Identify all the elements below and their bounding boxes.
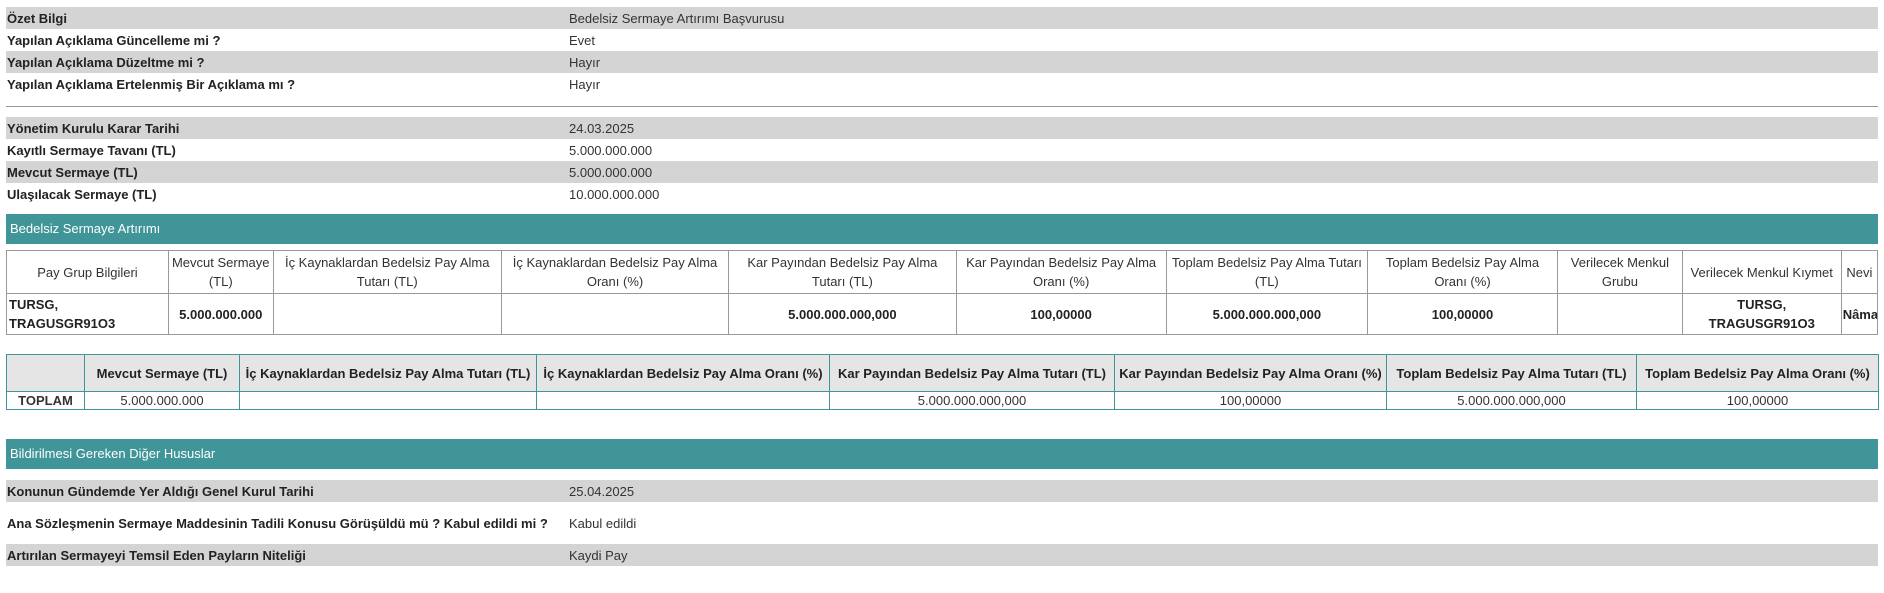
- row-label: Yapılan Açıklama Güncelleme mi ?: [7, 32, 221, 48]
- table-cell: [239, 391, 537, 410]
- summary-row-duzeltme: Yapılan Açıklama Düzeltme mi ? Hayır: [6, 51, 1878, 73]
- row-value: Hayır: [569, 54, 601, 70]
- table-cell: 100,00000: [955, 293, 1167, 335]
- column-header: Mevcut Sermaye (TL): [167, 250, 274, 294]
- capital-row-ulasilacak: Ulaşılacak Sermaye (TL) 10.000.000.000: [6, 183, 1878, 205]
- row-label: Ulaşılacak Sermaye (TL): [7, 186, 157, 202]
- table-cell: [1557, 293, 1683, 335]
- column-header: Verilecek Menkul Kıymet: [1681, 250, 1842, 294]
- table-row: TOPLAM 5.000.000.000 5.000.000.000,000 1…: [6, 391, 1879, 410]
- table-cell: Nâma: [1840, 293, 1879, 335]
- row-label: Yapılan Açıklama Ertelenmiş Bir Açıklama…: [7, 76, 296, 92]
- row-value: Kaydi Pay: [569, 547, 628, 563]
- row-label: Kayıtlı Sermaye Tavanı (TL): [7, 142, 176, 158]
- table-cell: 5.000.000.000: [84, 391, 240, 410]
- column-header: Verilecek Menkul Grubu: [1557, 250, 1683, 294]
- summary-row-ozet-bilgi: Özet Bilgi Bedelsiz Sermaye Artırımı Baş…: [6, 7, 1878, 29]
- row-value: 24.03.2025: [569, 120, 635, 136]
- other-row-sermaye-maddesi: Ana Sözleşmenin Sermaye Maddesinin Tadil…: [6, 502, 1878, 544]
- capital-row-mevcut-sermaye: Mevcut Sermaye (TL) 5.000.000.000: [6, 161, 1878, 183]
- row-value: Bedelsiz Sermaye Artırımı Başvurusu: [569, 10, 785, 26]
- table-cell: 5.000.000.000,000: [1386, 391, 1637, 410]
- section-header-bedelsiz: Bedelsiz Sermaye Artırımı: [6, 214, 1878, 244]
- row-label: Yapılan Açıklama Düzeltme mi ?: [7, 54, 205, 70]
- other-row-pay-niteligi: Artırılan Sermayeyi Temsil Eden Payların…: [6, 544, 1878, 566]
- column-header: Toplam Bedelsiz Pay Alma Oranı (%): [1636, 354, 1879, 392]
- other-block: Konunun Gündemde Yer Aldığı Genel Kurul …: [6, 480, 1878, 566]
- column-header: [6, 354, 85, 392]
- table-cell: TURSG, TRAGUSGR91O3: [1681, 293, 1842, 335]
- row-label: Yönetim Kurulu Karar Tarihi: [7, 120, 180, 136]
- summary-row-ertelenmis: Yapılan Açıklama Ertelenmiş Bir Açıklama…: [6, 73, 1878, 95]
- column-header: Kar Payından Bedelsiz Pay Alma Tutarı (T…: [829, 354, 1115, 392]
- capital-row-karar-tarihi: Yönetim Kurulu Karar Tarihi 24.03.2025: [6, 117, 1878, 139]
- detail-header-row: Pay Grup Bilgileri Mevcut Sermaye (TL) İ…: [6, 250, 1879, 294]
- total-label: TOPLAM: [6, 391, 85, 410]
- table-cell: [536, 391, 830, 410]
- row-value: 5.000.000.000: [569, 164, 653, 180]
- disclosure-page: Özet Bilgi Bedelsiz Sermaye Artırımı Baş…: [6, 7, 1879, 566]
- summary-row-guncelleme: Yapılan Açıklama Güncelleme mi ? Evet: [6, 29, 1878, 51]
- table-cell: TURSG, TRAGUSGR91O3: [6, 293, 169, 335]
- total-table: Mevcut Sermaye (TL) İç Kaynaklardan Bede…: [6, 354, 1879, 410]
- table-cell: 100,00000: [1114, 391, 1387, 410]
- row-label: Özet Bilgi: [7, 10, 67, 26]
- row-value: 25.04.2025: [569, 483, 635, 499]
- row-value: 10.000.000.000: [569, 186, 660, 202]
- other-row-genel-kurul-tarihi: Konunun Gündemde Yer Aldığı Genel Kurul …: [6, 480, 1878, 502]
- column-header: Toplam Bedelsiz Pay Alma Tutarı (TL): [1165, 250, 1368, 294]
- table-cell: 5.000.000.000,000: [829, 391, 1115, 410]
- column-header: Nevi: [1840, 250, 1879, 294]
- row-label: Konunun Gündemde Yer Aldığı Genel Kurul …: [7, 483, 314, 499]
- column-header: Kar Payından Bedelsiz Pay Alma Tutarı (T…: [728, 250, 957, 294]
- row-value: Evet: [569, 32, 596, 48]
- table-cell: 100,00000: [1366, 293, 1559, 335]
- row-value: 5.000.000.000: [569, 142, 653, 158]
- column-header: İç Kaynaklardan Bedelsiz Pay Alma Oranı …: [500, 250, 730, 294]
- table-cell: 100,00000: [1636, 391, 1879, 410]
- row-label: Artırılan Sermayeyi Temsil Eden Payların…: [7, 547, 306, 563]
- table-row: TURSG, TRAGUSGR91O3 5.000.000.000 5.000.…: [6, 293, 1879, 335]
- column-header: İç Kaynaklardan Bedelsiz Pay Alma Oranı …: [536, 354, 830, 392]
- column-header: Toplam Bedelsiz Pay Alma Tutarı (TL): [1386, 354, 1637, 392]
- total-header-row: Mevcut Sermaye (TL) İç Kaynaklardan Bede…: [6, 354, 1879, 392]
- summary-block: Özet Bilgi Bedelsiz Sermaye Artırımı Baş…: [6, 7, 1878, 95]
- column-header: Kar Payından Bedelsiz Pay Alma Oranı (%): [1114, 354, 1387, 392]
- row-label: Mevcut Sermaye (TL): [7, 164, 138, 180]
- table-cell: 5.000.000.000: [167, 293, 274, 335]
- column-header: Mevcut Sermaye (TL): [84, 354, 240, 392]
- row-value: Hayır: [569, 76, 601, 92]
- column-header: Pay Grup Bilgileri: [6, 250, 169, 294]
- capital-block: Yönetim Kurulu Karar Tarihi 24.03.2025 K…: [6, 117, 1878, 205]
- column-header: Toplam Bedelsiz Pay Alma Oranı (%): [1366, 250, 1559, 294]
- column-header: Kar Payından Bedelsiz Pay Alma Oranı (%): [955, 250, 1167, 294]
- row-value: Kabul edildi: [569, 515, 637, 531]
- table-cell: [272, 293, 502, 335]
- divider: [6, 106, 1878, 107]
- row-label: Ana Sözleşmenin Sermaye Maddesinin Tadil…: [7, 515, 548, 531]
- capital-row-kayitli-tavan: Kayıtlı Sermaye Tavanı (TL) 5.000.000.00…: [6, 139, 1878, 161]
- detail-table: Pay Grup Bilgileri Mevcut Sermaye (TL) İ…: [6, 250, 1879, 335]
- column-header: İç Kaynaklardan Bedelsiz Pay Alma Tutarı…: [239, 354, 537, 392]
- column-header: İç Kaynaklardan Bedelsiz Pay Alma Tutarı…: [272, 250, 502, 294]
- section-header-diger-hususlar: Bildirilmesi Gereken Diğer Hususlar: [6, 439, 1878, 469]
- table-cell: [500, 293, 730, 335]
- table-cell: 5.000.000.000,000: [1165, 293, 1368, 335]
- table-cell: 5.000.000.000,000: [728, 293, 957, 335]
